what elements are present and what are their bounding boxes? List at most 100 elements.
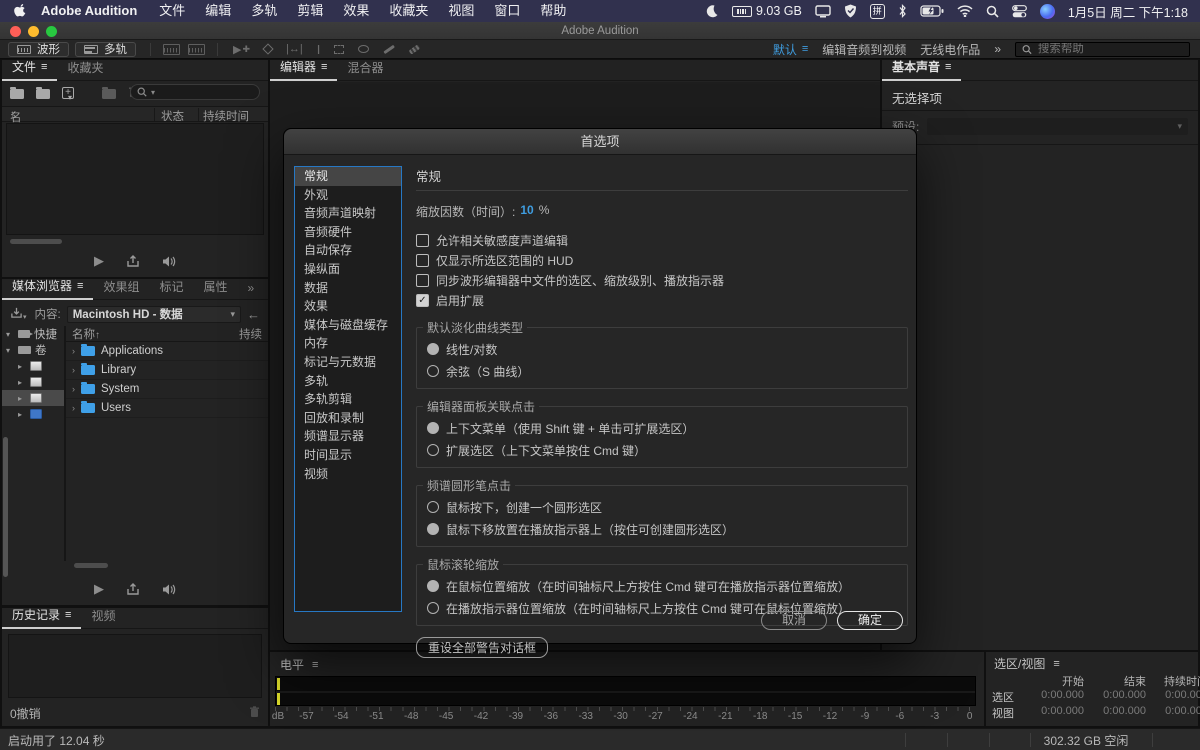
radio-row-3-1[interactable]: 在播放指示器位置缩放（在时间轴标尺上方按住 Cmd 键可在鼠标位置缩放） xyxy=(427,597,897,619)
lasso-selection-tool-icon[interactable] xyxy=(358,45,369,53)
panel-menu-icon[interactable]: ≡ xyxy=(65,609,71,621)
tab-标记[interactable]: 标记 xyxy=(149,278,193,299)
spectral-display-icon[interactable] xyxy=(188,44,205,55)
shield-icon[interactable] xyxy=(844,4,857,18)
pref-category-12[interactable]: 多轨剪辑 xyxy=(295,390,401,409)
memory-usage[interactable]: 9.03 GB xyxy=(732,4,802,18)
files-search-box[interactable]: ▾ xyxy=(130,84,260,100)
play-icon[interactable]: ▶ xyxy=(94,253,104,269)
pref-category-10[interactable]: 标记与元数据 xyxy=(295,353,401,372)
pref-checkbox-row-2[interactable]: 同步波形编辑器中文件的选区、缩放级别、播放指示器 xyxy=(416,270,908,290)
workspace-radio-production[interactable]: 无线电作品 xyxy=(920,41,980,58)
tree-row-4[interactable]: ▸ xyxy=(2,390,64,406)
radio-selected[interactable] xyxy=(427,580,439,592)
tab-视频[interactable]: 视频 xyxy=(81,607,125,628)
tree-row-0[interactable]: ▾快捷 xyxy=(2,326,64,342)
control-center-icon[interactable] xyxy=(1012,5,1027,18)
chevron-right-icon[interactable]: › xyxy=(72,346,75,356)
ok-button[interactable]: 确定 xyxy=(837,611,903,630)
files-column-header[interactable]: 名称↑ 状态 持续时间 xyxy=(2,106,268,122)
speaker-icon[interactable] xyxy=(162,583,177,596)
pref-checkbox-row-0[interactable]: 允许相关敏感度声道编辑 xyxy=(416,230,908,250)
radio-selected[interactable] xyxy=(427,343,439,355)
tab-基本声音[interactable]: 基本声音≡ xyxy=(882,58,961,81)
radio[interactable] xyxy=(427,501,439,513)
chevron-down-icon[interactable]: ▾ xyxy=(6,346,14,355)
workspace-default[interactable]: 默认≡ xyxy=(773,41,808,58)
move-tool-icon[interactable]: ▶✚ xyxy=(233,43,250,56)
panel-menu-icon[interactable]: ≡ xyxy=(1053,658,1059,670)
media-folder-row[interactable]: ›System xyxy=(66,380,268,399)
siri-icon[interactable] xyxy=(1040,4,1055,19)
spot-healing-tool-icon[interactable] xyxy=(409,47,420,52)
razor-tool-icon[interactable] xyxy=(264,45,272,53)
radio[interactable] xyxy=(427,444,439,456)
preferences-category-list[interactable]: 常规外观音频声道映射音频硬件自动保存操纵面数据效果媒体与磁盘缓存内存标记与元数据… xyxy=(294,166,402,612)
media-list-header[interactable]: 名称↑ 持续 xyxy=(66,326,268,342)
media-folder-row[interactable]: ›Users xyxy=(66,399,268,418)
content-dropdown[interactable]: Macintosh HD - 数据▾ xyxy=(67,306,241,323)
menu-item-1[interactable]: 文件 xyxy=(149,0,195,22)
radio-row-0-0[interactable]: 线性/对数 xyxy=(427,338,897,360)
pref-category-16[interactable]: 视频 xyxy=(295,465,401,484)
chevron-right-icon[interactable]: ▸ xyxy=(18,362,26,371)
slip-tool-icon[interactable]: |↔| xyxy=(286,43,303,55)
pref-category-11[interactable]: 多轨 xyxy=(295,372,401,391)
loop-export-icon[interactable] xyxy=(126,583,140,596)
panel-menu-icon[interactable]: ≡ xyxy=(321,61,327,73)
radio-selected[interactable] xyxy=(427,523,439,535)
files-hscrollbar[interactable] xyxy=(10,239,62,244)
pref-category-15[interactable]: 时间显示 xyxy=(295,446,401,465)
play-icon[interactable]: ▶ xyxy=(94,581,104,597)
panel-menu-icon[interactable]: ≡ xyxy=(77,280,83,292)
help-search-box[interactable] xyxy=(1015,42,1190,57)
menu-item-3[interactable]: 多轨 xyxy=(241,0,287,22)
menu-item-0[interactable]: Adobe Audition xyxy=(29,0,149,22)
menu-item-2[interactable]: 编辑 xyxy=(195,0,241,22)
chevron-right-icon[interactable]: ▸ xyxy=(18,378,26,387)
tab-属性[interactable]: 属性 xyxy=(193,278,237,299)
chevron-right-icon[interactable]: › xyxy=(72,384,75,394)
radio-row-1-0[interactable]: 上下文菜单（使用 Shift 键 + 单击可扩展选区） xyxy=(427,417,897,439)
pref-category-9[interactable]: 内存 xyxy=(295,334,401,353)
multitrack-view-button[interactable]: 多轨 xyxy=(75,42,136,57)
battery-icon[interactable] xyxy=(920,5,944,17)
tabs-overflow-icon[interactable]: » xyxy=(237,281,264,299)
checkbox-checked[interactable]: ✓ xyxy=(416,294,429,307)
pref-category-5[interactable]: 操纵面 xyxy=(295,260,401,279)
input-method-icon[interactable]: 拼 xyxy=(870,4,885,19)
tab-历史记录[interactable]: 历史记录≡ xyxy=(2,606,81,629)
menu-datetime[interactable]: 1月5日 周二 下午1:18 xyxy=(1068,2,1188,21)
tab-媒体浏览器[interactable]: 媒体浏览器≡ xyxy=(2,277,93,300)
radio[interactable] xyxy=(427,365,439,377)
open-file-icon[interactable] xyxy=(10,89,24,99)
checkbox[interactable] xyxy=(416,234,429,247)
pref-category-14[interactable]: 频谱显示器 xyxy=(295,427,401,446)
tab-效果组[interactable]: 效果组 xyxy=(93,278,149,299)
menu-item-9[interactable]: 帮助 xyxy=(530,0,576,22)
pref-category-13[interactable]: 回放和录制 xyxy=(295,409,401,428)
panel-menu-icon[interactable]: ≡ xyxy=(312,659,318,671)
zoom-window-button[interactable] xyxy=(46,26,57,37)
tab-文件[interactable]: 文件≡ xyxy=(2,58,57,81)
import-icon[interactable]: ▾ xyxy=(10,307,27,322)
focus-moon-icon[interactable] xyxy=(705,4,719,18)
tab-编辑器[interactable]: 编辑器≡ xyxy=(270,58,337,81)
menu-item-5[interactable]: 效果 xyxy=(333,0,379,22)
pref-category-2[interactable]: 音频声道映射 xyxy=(295,204,401,223)
spotlight-search-icon[interactable] xyxy=(986,5,999,18)
media-hscrollbar[interactable] xyxy=(74,563,108,568)
pref-category-1[interactable]: 外观 xyxy=(295,186,401,205)
tree-row-5[interactable]: ▸ xyxy=(2,406,64,422)
chevron-right-icon[interactable]: › xyxy=(72,365,75,375)
radio-row-3-0[interactable]: 在鼠标位置缩放（在时间轴标尺上方按住 Cmd 键可在播放指示器位置缩放） xyxy=(427,575,897,597)
tree-vscrollbar[interactable] xyxy=(3,437,8,577)
radio-row-0-1[interactable]: 余弦（S 曲线） xyxy=(427,360,897,382)
pref-checkbox-row-1[interactable]: 仅显示所选区范围的 HUD xyxy=(416,250,908,270)
apple-icon[interactable] xyxy=(14,4,27,19)
workspace-overflow-icon[interactable]: » xyxy=(994,42,1001,56)
menu-item-4[interactable]: 剪辑 xyxy=(287,0,333,22)
time-selection-tool-icon[interactable]: I xyxy=(317,42,321,57)
radio-row-2-0[interactable]: 鼠标按下，创建一个圆形选区 xyxy=(427,496,897,518)
media-folder-row[interactable]: ›Applications xyxy=(66,342,268,361)
